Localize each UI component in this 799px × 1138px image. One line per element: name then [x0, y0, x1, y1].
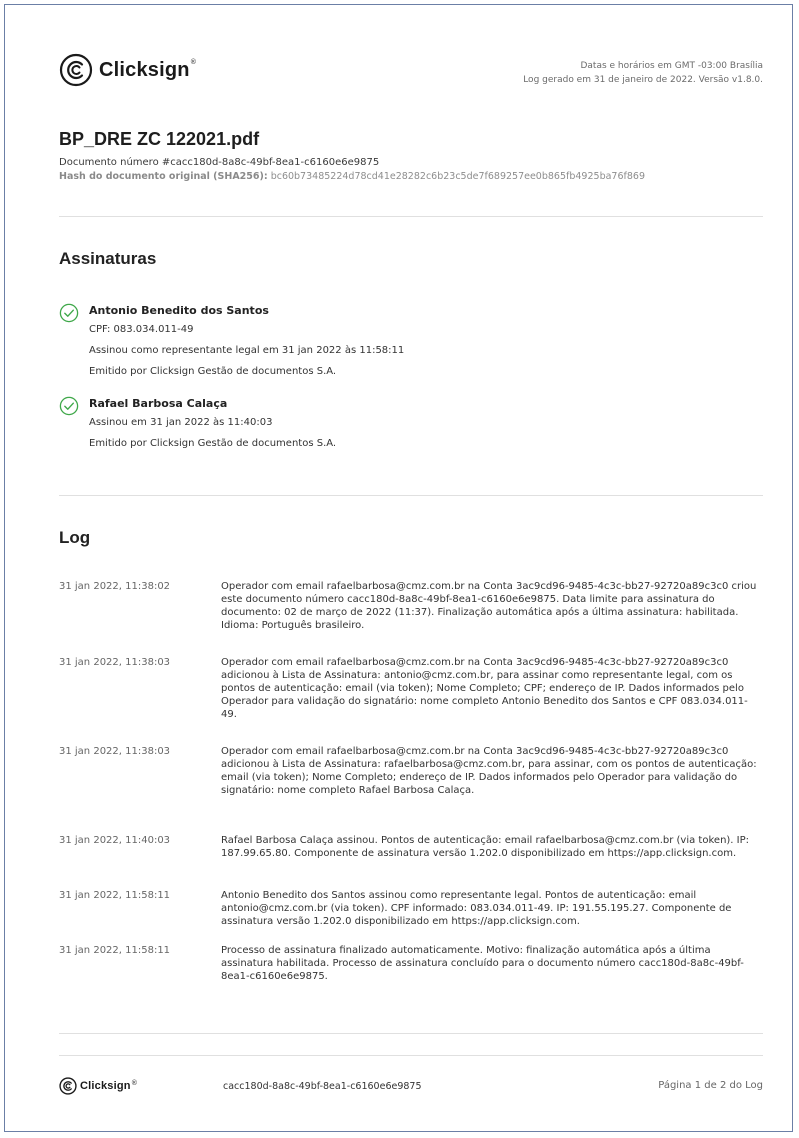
- signer-issuer: Emitido por Clicksign Gestão de document…: [89, 438, 337, 449]
- document-hash: Hash do documento original (SHA256): bc6…: [59, 170, 763, 184]
- signer-details: Rafael Barbosa Calaça Assinou em 31 jan …: [89, 396, 336, 454]
- clicksign-logo: Clicksign®: [59, 53, 196, 87]
- divider: [59, 216, 763, 217]
- signer-name: Rafael Barbosa Calaça: [89, 397, 228, 410]
- generated-note: Log gerado em 31 de janeiro de 2022. Ver…: [523, 75, 763, 85]
- log-text: Processo de assinatura finalizado automa…: [221, 945, 744, 982]
- divider: [59, 1033, 763, 1034]
- clicksign-logo-icon: [59, 1077, 77, 1095]
- signer-signed-at: Assinou como representante legal em 31 j…: [89, 345, 405, 356]
- signer-name: Antonio Benedito dos Santos: [89, 304, 269, 317]
- footer-logo: Clicksign®: [59, 1077, 137, 1095]
- log-date: 31 jan 2022, 11:38:03: [59, 746, 171, 757]
- header-info: Datas e horários em GMT -03:00 Brasília …: [523, 59, 763, 87]
- log-page: Clicksign® Datas e horários em GMT -03:0…: [4, 4, 793, 1132]
- document-info: BP_DRE ZC 122021.pdf Documento número #c…: [59, 129, 763, 184]
- log-date: 31 jan 2022, 11:58:11: [59, 945, 171, 956]
- divider: [59, 1055, 763, 1056]
- log-date: 31 jan 2022, 11:38:03: [59, 657, 171, 668]
- document-number: Documento número #cacc180d-8a8c-49bf-8ea…: [59, 157, 380, 168]
- signatures-heading: Assinaturas: [59, 249, 157, 268]
- page-number: Página 1 de 2 do Log: [658, 1080, 763, 1091]
- signer-signed-at: Assinou em 31 jan 2022 às 11:40:03: [89, 417, 273, 428]
- log-heading: Log: [59, 528, 91, 547]
- check-circle-icon: [59, 303, 79, 323]
- logo-wordmark: Clicksign®: [99, 58, 197, 81]
- log-text: Antonio Benedito dos Santos assinou como…: [221, 890, 732, 927]
- check-circle-icon: [59, 396, 79, 416]
- logo-wordmark: Clicksign®: [80, 1080, 138, 1092]
- signer-details: Antonio Benedito dos Santos CPF: 083.034…: [89, 303, 404, 382]
- log-text: Operador com email rafaelbarbosa@cmz.com…: [221, 581, 757, 631]
- divider: [59, 495, 763, 496]
- clicksign-logo-icon: [59, 53, 93, 87]
- hash-label: Hash do documento original (SHA256):: [59, 171, 268, 182]
- signer-cpf: CPF: 083.034.011-49: [89, 324, 194, 335]
- timezone-note: Datas e horários em GMT -03:00 Brasília: [580, 61, 763, 71]
- log-date: 31 jan 2022, 11:38:02: [59, 581, 171, 592]
- page-content: Clicksign® Datas e horários em GMT -03:0…: [59, 5, 763, 1131]
- log-text: Operador com email rafaelbarbosa@cmz.com…: [221, 746, 757, 796]
- log-date: 31 jan 2022, 11:58:11: [59, 890, 171, 901]
- footer-document-id: cacc180d-8a8c-49bf-8ea1-c6160e6e9875: [223, 1081, 422, 1092]
- document-title: BP_DRE ZC 122021.pdf: [59, 129, 260, 149]
- signer-issuer: Emitido por Clicksign Gestão de document…: [89, 366, 337, 377]
- log-date: 31 jan 2022, 11:40:03: [59, 835, 171, 846]
- log-text: Rafael Barbosa Calaça assinou. Pontos de…: [221, 835, 750, 859]
- page-footer: Clicksign® cacc180d-8a8c-49bf-8ea1-c6160…: [59, 1077, 763, 1097]
- hash-value: bc60b73485224d78cd41e28282c6b23c5de7f689…: [270, 171, 645, 182]
- page-header: Clicksign® Datas e horários em GMT -03:0…: [59, 53, 763, 103]
- log-text: Operador com email rafaelbarbosa@cmz.com…: [221, 657, 748, 720]
